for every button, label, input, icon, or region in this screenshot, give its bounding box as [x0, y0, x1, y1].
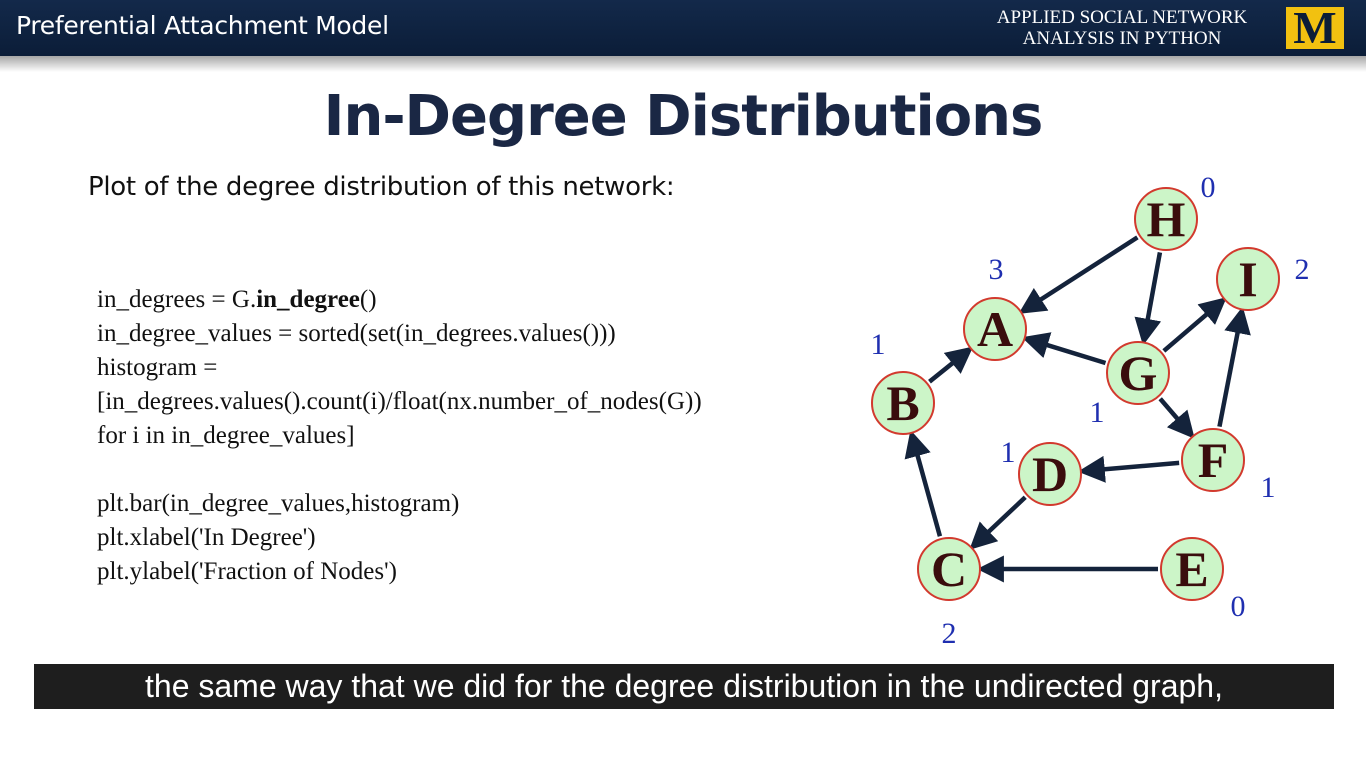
node-a-label: A	[977, 301, 1013, 357]
edge-c-to-b	[904, 429, 943, 537]
node-f-in-degree: 1	[1261, 471, 1276, 504]
node-g-label: G	[1119, 345, 1158, 401]
node-a-in-degree: 3	[989, 253, 1004, 286]
node-h-in-degree: 0	[1201, 171, 1216, 204]
edge-g-to-i	[1162, 297, 1227, 353]
caption: the same way that we did for the degree …	[34, 664, 1334, 709]
edge-b-to-a	[928, 346, 974, 384]
node-c-in-degree: 2	[942, 617, 957, 650]
node-e-label: E	[1175, 541, 1208, 597]
node-h-label: H	[1147, 191, 1186, 247]
node-i-label: I	[1238, 251, 1257, 307]
edge-g-to-f	[1158, 397, 1195, 439]
edge-h-to-a	[1018, 235, 1139, 314]
node-b-in-degree: 1	[871, 328, 886, 361]
node-d-label: D	[1032, 446, 1068, 502]
node-b-label: B	[886, 375, 919, 431]
node-f-label: F	[1198, 432, 1229, 488]
edge-f-to-i	[1217, 306, 1251, 428]
edge-h-to-g	[1134, 252, 1163, 346]
edge-g-to-a	[1021, 332, 1107, 366]
node-e-in-degree: 0	[1231, 590, 1246, 623]
edge-f-to-d	[1077, 455, 1180, 483]
node-i-in-degree: 2	[1295, 253, 1310, 286]
edge-d-to-c	[969, 495, 1027, 550]
node-c-label: C	[931, 541, 967, 597]
node-d-in-degree: 1	[1001, 436, 1016, 469]
node-g-in-degree: 1	[1090, 396, 1105, 429]
network-graph: H0I 2A3G1B1D1 F 1C2E0	[871, 171, 1310, 650]
